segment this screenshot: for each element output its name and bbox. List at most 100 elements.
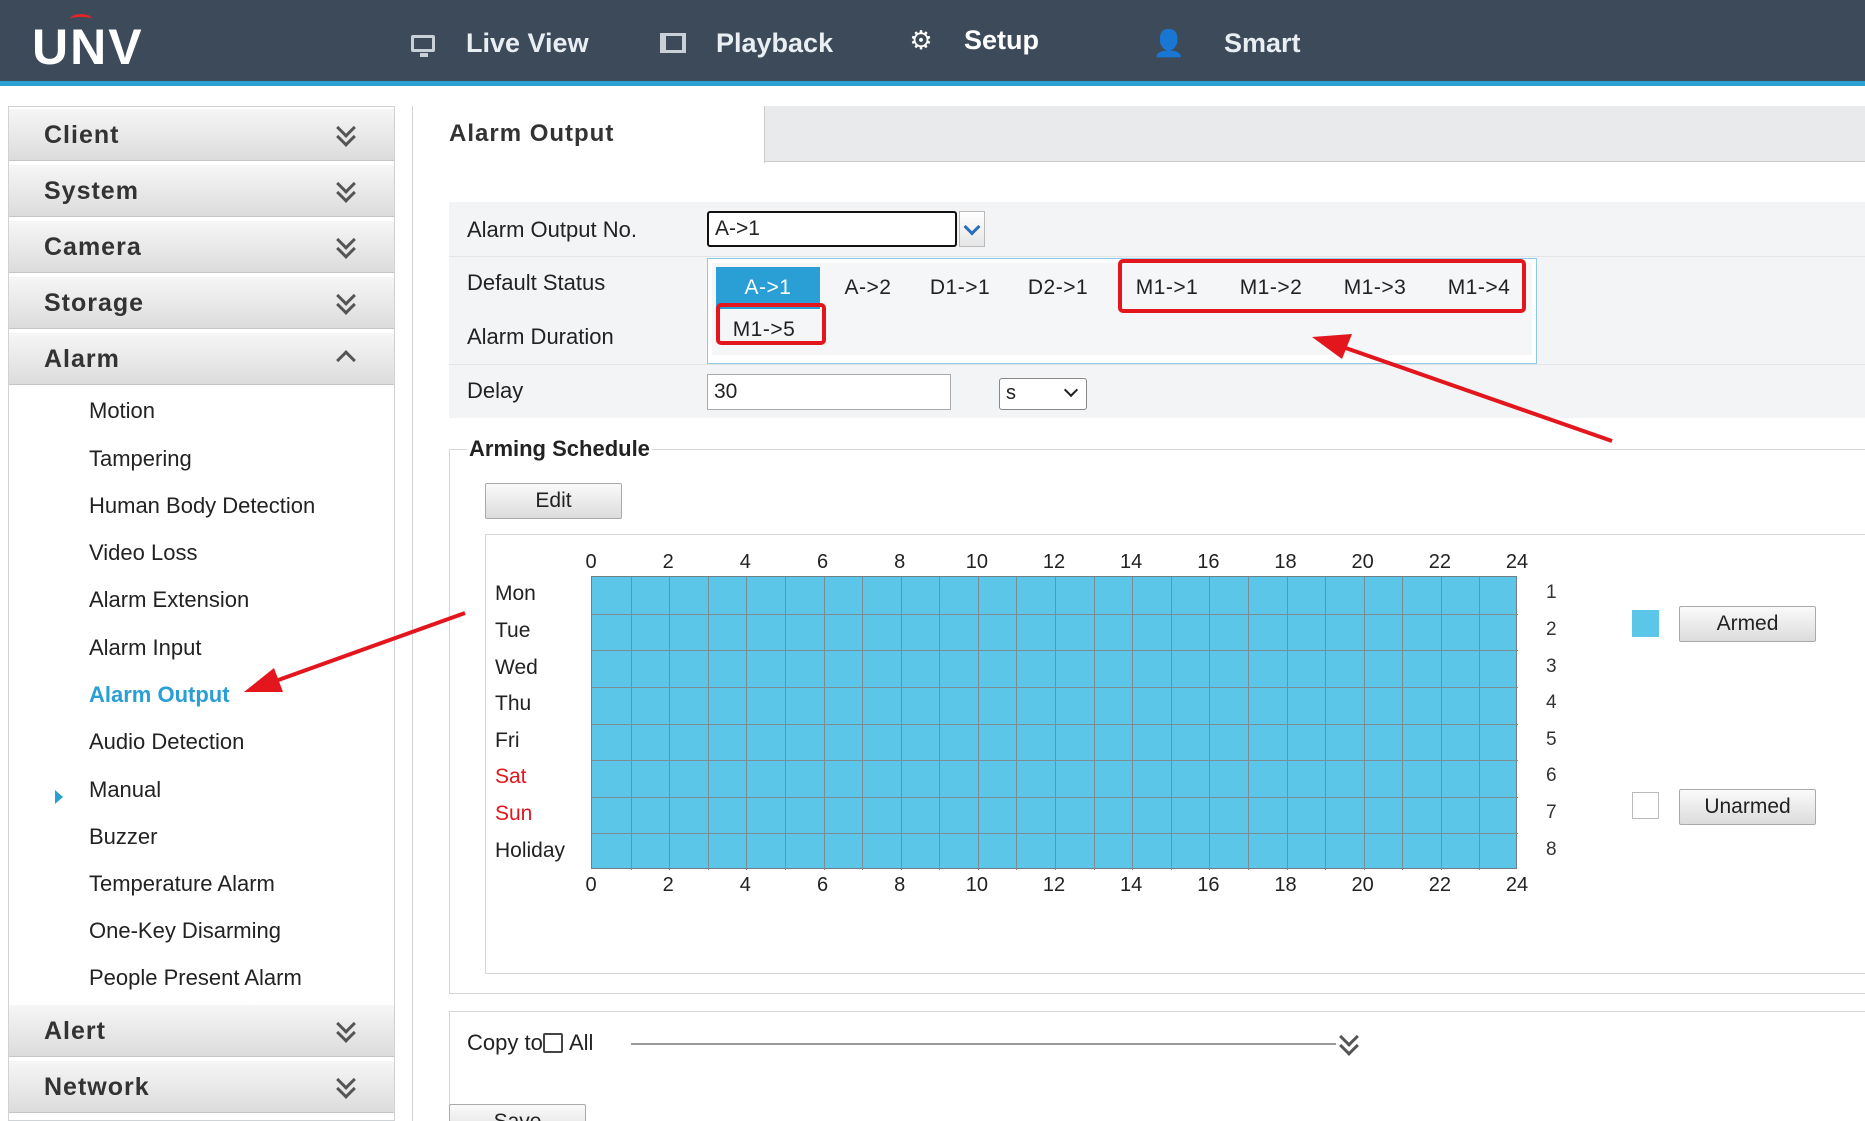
arming-schedule-title: Arming Schedule <box>467 436 652 462</box>
hour-label: 8 <box>894 551 906 573</box>
day-label: Thu <box>495 692 532 716</box>
sidebar-group-label: Alert <box>44 1017 106 1045</box>
sidebar-item-alarm-extension[interactable]: Alarm Extension <box>89 587 249 613</box>
person-search-icon: 👤 <box>1152 27 1186 58</box>
sidebar-item-people-present-alarm[interactable]: People Present Alarm <box>89 965 302 991</box>
delay-unit-select[interactable]: s <box>999 378 1087 410</box>
hour-label: 22 <box>1428 551 1451 573</box>
chevron-down-icon[interactable] <box>1339 1030 1359 1056</box>
hour-label: 16 <box>1197 551 1220 573</box>
chevron-down-icon <box>336 1073 356 1099</box>
row-number: 2 <box>1546 618 1557 640</box>
grid-row-line <box>592 760 1518 762</box>
delay-input[interactable]: 30 <box>707 374 951 410</box>
sidebar-item-manual[interactable]: Manual <box>89 777 161 803</box>
row-divider <box>449 364 1865 365</box>
grid-row-line <box>592 686 1518 688</box>
hour-label: 4 <box>739 874 751 896</box>
page-title: Alarm Output <box>449 120 615 147</box>
hour-label: 0 <box>585 874 597 896</box>
tab-alarm-output[interactable]: Alarm Output <box>413 106 765 163</box>
row-number: 4 <box>1546 692 1557 714</box>
monitor-icon <box>410 32 436 57</box>
row-number: 1 <box>1546 582 1557 604</box>
row-number: 7 <box>1546 802 1557 824</box>
sidebar-group-system[interactable]: System <box>9 165 394 217</box>
sidebar-group-network[interactable]: Network <box>9 1061 394 1113</box>
sidebar-item-buzzer[interactable]: Buzzer <box>89 824 157 850</box>
film-icon <box>660 32 686 54</box>
day-label: Wed <box>495 655 538 679</box>
sidebar-group-storage[interactable]: Storage <box>9 277 394 329</box>
copy-divider <box>631 1043 1336 1045</box>
sidebar-item-temperature-alarm[interactable]: Temperature Alarm <box>89 871 275 897</box>
grid-row-line <box>592 796 1518 798</box>
sidebar-item-video-loss[interactable]: Video Loss <box>89 540 197 566</box>
row-number: 5 <box>1546 728 1557 750</box>
row-divider <box>449 256 1865 257</box>
dropdown-option-d1-1[interactable]: D1->1 <box>914 267 1006 309</box>
gear-icon: ⚙ <box>909 25 933 55</box>
armed-button[interactable]: Armed <box>1679 606 1816 642</box>
sidebar-group-label: Network <box>44 1073 150 1101</box>
hour-label: 6 <box>816 874 829 896</box>
alarm-output-no-select[interactable]: A->1 <box>707 211 957 247</box>
sidebar-item-human-body-detection[interactable]: Human Body Detection <box>89 493 315 519</box>
grid-row-line <box>592 833 1518 835</box>
row-number: 6 <box>1546 765 1557 787</box>
day-label: Sat <box>495 765 527 789</box>
unarmed-swatch <box>1632 792 1659 819</box>
sidebar-item-audio-detection[interactable]: Audio Detection <box>89 729 244 755</box>
sidebar-group-alarm[interactable]: Alarm <box>9 333 394 385</box>
active-item-marker-icon <box>55 790 63 804</box>
copy-all-label: All <box>569 1030 594 1055</box>
hour-label: 14 <box>1120 874 1143 896</box>
chevron-down-icon[interactable] <box>959 211 985 247</box>
armed-swatch <box>1632 610 1659 637</box>
sidebar-group-label: Client <box>44 121 120 149</box>
dropdown-option-a2[interactable]: A->2 <box>826 267 910 309</box>
dropdown-option-d2-1[interactable]: D2->1 <box>1012 267 1104 309</box>
edit-schedule-button[interactable]: Edit <box>485 483 622 519</box>
hour-label: 8 <box>894 874 906 896</box>
sidebar-item-motion[interactable]: Motion <box>89 398 155 424</box>
hour-label: 2 <box>662 874 674 896</box>
sidebar-item-alarm-output[interactable]: Alarm Output <box>89 682 230 708</box>
tab-strip: Alarm Output <box>413 106 1865 163</box>
sidebar-group-label: Camera <box>44 233 142 261</box>
schedule-grid[interactable] <box>591 576 1518 870</box>
hour-label: 22 <box>1428 874 1451 896</box>
hour-label: 24 <box>1505 874 1529 896</box>
hour-label: 10 <box>965 551 988 573</box>
day-label: Holiday <box>495 838 566 862</box>
sidebar-item-alarm-input[interactable]: Alarm Input <box>89 635 202 661</box>
save-button[interactable]: Save <box>449 1104 586 1121</box>
hour-label: 12 <box>1042 551 1066 573</box>
nav-smart[interactable]: 👤 Smart <box>1152 0 1301 86</box>
sidebar-group-camera[interactable]: Camera <box>9 221 394 273</box>
hour-label: 12 <box>1042 874 1066 896</box>
day-label: Mon <box>495 582 536 606</box>
sidebar-group-alert[interactable]: Alert <box>9 1005 394 1057</box>
sidebar-group-client[interactable]: Client <box>9 109 394 161</box>
sidebar-group-label: Alarm <box>44 345 120 373</box>
nav-live-view[interactable]: Live View <box>410 0 589 86</box>
nav-playback[interactable]: Playback <box>660 0 833 86</box>
copy-to-section <box>449 1011 1865 1117</box>
alarm-duration-label: Alarm Duration <box>467 324 614 349</box>
top-navigation-bar: UNV Live View Playback ⚙ Setup 👤 Smart <box>0 0 1865 86</box>
unarmed-button[interactable]: Unarmed <box>1679 789 1816 825</box>
sidebar-item-one-key-disarming[interactable]: One-Key Disarming <box>89 918 281 944</box>
hour-label: 20 <box>1351 551 1374 573</box>
nav-playback-label: Playback <box>716 27 834 58</box>
copy-all-checkbox[interactable] <box>543 1033 563 1053</box>
sidebar-item-tampering[interactable]: Tampering <box>89 446 192 472</box>
row-number: 3 <box>1546 655 1557 677</box>
nav-smart-label: Smart <box>1224 27 1301 58</box>
hour-label: 4 <box>739 551 751 573</box>
nav-setup[interactable]: ⚙ Setup <box>872 0 1116 86</box>
row-number: 8 <box>1546 838 1557 860</box>
hour-label: 0 <box>585 551 597 573</box>
hour-label: 18 <box>1274 551 1297 573</box>
grid-row-line <box>592 723 1518 725</box>
